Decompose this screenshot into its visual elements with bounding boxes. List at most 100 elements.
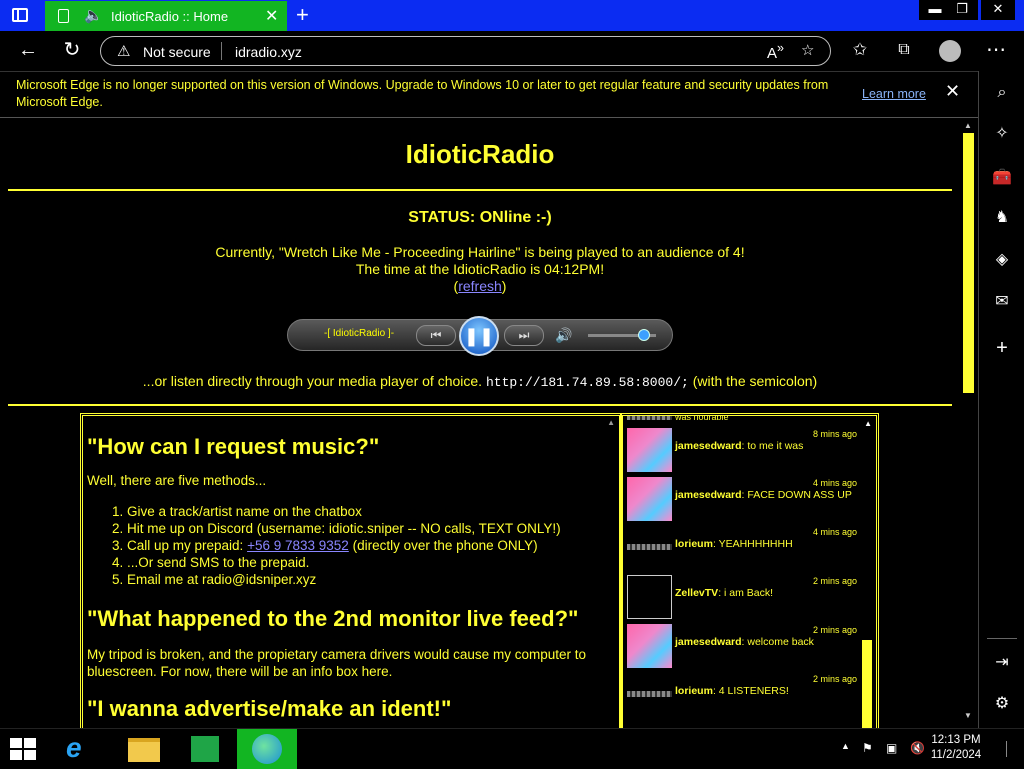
chat-username[interactable]: lorieum: [675, 538, 713, 550]
add-sidebar-app-icon[interactable]: +: [990, 337, 1014, 359]
read-aloud-icon[interactable]: A»: [767, 41, 784, 62]
favorites-icon[interactable]: ✩: [847, 39, 873, 61]
chat-time: 2 mins ago: [812, 576, 857, 586]
avatar[interactable]: [627, 428, 672, 472]
chat-scrollbar-thumb[interactable]: [862, 640, 872, 728]
page-favicon-icon: [58, 9, 69, 23]
chat-time: 8 mins ago: [812, 429, 857, 439]
collections-icon[interactable]: ⧉: [891, 39, 917, 61]
profile-avatar[interactable]: [939, 40, 961, 62]
browser-titlebar: 🔈 IdioticRadio :: Home ✕ + ▬ ❐ ✕: [0, 0, 1024, 31]
chat-username[interactable]: lorieum: [675, 685, 713, 697]
chat-username[interactable]: jamesedward: [675, 440, 742, 452]
start-button[interactable]: [10, 738, 37, 760]
direct-stream-line: ...or listen directly through your media…: [0, 373, 960, 390]
windows-taskbar: e ▲ ⚑ ▣ 🔇 12:13 PM 11/2/2024: [0, 728, 1024, 769]
chat-username[interactable]: jamesedward: [675, 489, 742, 501]
tools-icon[interactable]: 🧰: [990, 167, 1014, 189]
chatbox-frame[interactable]: ▲ was nourable 8 mins ago jamesedward: to…: [620, 413, 879, 728]
taskbar-clock[interactable]: 12:13 PM 11/2/2024: [926, 733, 986, 763]
chat-time: 4 mins ago: [812, 527, 857, 537]
faq-answer: My tripod is broken, and the propietary …: [87, 647, 586, 679]
discover-icon[interactable]: ✧: [990, 123, 1014, 145]
list-item-text: Call up my prepaid:: [127, 538, 244, 553]
divider: [987, 638, 1017, 639]
show-desktop-button[interactable]: [1006, 741, 1007, 757]
avatar[interactable]: [627, 526, 672, 570]
add-favorite-icon[interactable]: ☆: [801, 41, 814, 59]
close-infobar-icon[interactable]: ✕: [945, 82, 960, 100]
chat-message-text: : 4 LISTENERS!: [712, 685, 789, 697]
chat-username[interactable]: jamesedward: [675, 636, 742, 648]
status-text: STATUS: ONline :-): [408, 209, 552, 226]
microsoft-365-icon[interactable]: ◈: [990, 249, 1014, 271]
browser-tab[interactable]: 🔈 IdioticRadio :: Home ✕: [45, 1, 287, 31]
learn-more-link[interactable]: Learn more: [862, 86, 926, 103]
outlook-icon[interactable]: ✉: [990, 291, 1014, 313]
scroll-up-icon[interactable]: ▲: [964, 121, 972, 130]
page-scrollbar[interactable]: ▲ ▼: [960, 119, 978, 728]
network-icon[interactable]: ▣: [886, 741, 897, 755]
scroll-up-icon[interactable]: ▲: [607, 418, 615, 427]
chat-message: 4 mins ago jamesedward: FACE DOWN ASS UP: [627, 477, 857, 523]
close-tab-icon[interactable]: ✕: [265, 6, 278, 26]
hide-sidebar-icon[interactable]: ⇥: [990, 652, 1014, 674]
list-item: Hit me up on Discord (username: idiotic.…: [127, 520, 619, 537]
more-options-icon[interactable]: ⋯: [983, 39, 1009, 61]
avatar[interactable]: [627, 624, 672, 668]
security-label[interactable]: Not secure: [143, 44, 211, 60]
refresh-link[interactable]: refresh: [458, 278, 502, 294]
faq-answer: Well, there are five methods...: [87, 473, 267, 488]
url-text[interactable]: idradio.xyz: [235, 44, 302, 60]
volume-slider[interactable]: [588, 329, 656, 341]
page-scrollbar-thumb[interactable]: [963, 133, 974, 393]
faq-question: "I wanna advertise/make an ident!": [87, 696, 452, 721]
listen-prefix: ...or listen directly through your media…: [142, 373, 483, 389]
chat-text: jamesedward: welcome back: [675, 636, 814, 648]
chat-message: 4 mins ago lorieum: YEAHHHHHHH: [627, 526, 857, 572]
avatar[interactable]: [627, 673, 672, 717]
faq-frame[interactable]: ▲ "How can I request music?" Well, there…: [80, 413, 622, 728]
next-button[interactable]: ⏭: [504, 325, 544, 346]
audio-player: -[ IdioticRadio ]- ⏮ ❚❚ ⏭ 🔊: [287, 316, 673, 356]
avatar[interactable]: [627, 477, 672, 521]
clock-time: 12:13 PM: [931, 734, 981, 746]
chat-text: jamesedward: to me it was: [675, 440, 803, 452]
tab-actions-icon[interactable]: [12, 8, 28, 22]
back-icon[interactable]: ←: [15, 39, 41, 61]
volume-slider-knob[interactable]: [638, 329, 650, 341]
chat-username[interactable]: ZellevTV: [675, 587, 718, 599]
station-time-text: The time at the IdioticRadio is 04:12PM!: [355, 261, 605, 277]
volume-muted-icon[interactable]: 🔇: [910, 741, 925, 755]
show-hidden-icons-icon[interactable]: ▲: [841, 741, 850, 751]
phone-link[interactable]: +56 9 7833 9352: [247, 538, 349, 553]
pause-button[interactable]: ❚❚: [459, 316, 499, 356]
flag-icon[interactable]: ⚑: [862, 741, 873, 755]
refresh-icon[interactable]: ↻: [59, 39, 85, 61]
internet-explorer-icon[interactable]: e: [51, 729, 111, 769]
new-tab-button[interactable]: +: [296, 2, 309, 28]
chat-text: jamesedward: FACE DOWN ASS UP: [675, 489, 852, 501]
address-bar[interactable]: ⚠ Not secure idradio.xyz A» ☆: [100, 36, 831, 66]
restore-button[interactable]: ❐: [946, 0, 978, 20]
edge-taskbar-icon[interactable]: [237, 729, 297, 769]
warning-icon[interactable]: ⚠: [117, 42, 130, 60]
refresh-line: (refresh): [453, 278, 507, 294]
chat-message-text: : i am Back!: [718, 587, 774, 599]
close-window-button[interactable]: ✕: [981, 0, 1015, 20]
scroll-up-icon[interactable]: ▲: [864, 419, 872, 428]
store-icon[interactable]: [175, 729, 235, 769]
chat-message-text: : FACE DOWN ASS UP: [741, 489, 852, 501]
chat-message: 8 mins ago jamesedward: to me it was: [627, 428, 857, 474]
speaker-icon[interactable]: 🔈: [84, 6, 103, 24]
sidebar-settings-icon[interactable]: ⚙: [990, 693, 1014, 715]
file-explorer-icon[interactable]: [114, 729, 174, 769]
faq-question: "How can I request music?": [87, 434, 380, 459]
games-icon[interactable]: ♞: [990, 207, 1014, 229]
previous-button[interactable]: ⏮: [416, 325, 456, 346]
tab-title: IdioticRadio :: Home: [111, 9, 229, 24]
avatar[interactable]: [627, 575, 672, 619]
volume-icon[interactable]: 🔊: [555, 327, 572, 344]
scroll-down-icon[interactable]: ▼: [964, 711, 972, 720]
search-icon[interactable]: ⌕: [990, 82, 1014, 104]
